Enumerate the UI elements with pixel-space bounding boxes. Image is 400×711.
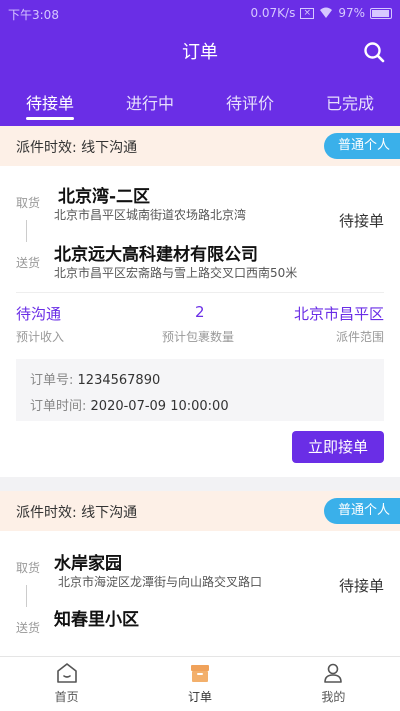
tab-in-progress[interactable]: 进行中 — [100, 86, 200, 126]
nav-home[interactable]: 首页 — [0, 657, 133, 711]
route-connector — [26, 220, 27, 242]
income-value: 待沟通 — [16, 305, 62, 323]
status-bar: 下午3:08 0.07K/s × 97% — [0, 0, 400, 28]
network-speed: 0.07K/s — [250, 6, 296, 20]
route-info: 取货 送货 水岸家园 北京市海淀区龙潭街与向山路交叉路口 待接单 知春里小区 — [0, 531, 400, 656]
nav-orders[interactable]: 订单 — [133, 657, 266, 711]
battery-percent: 97% — [338, 6, 365, 20]
nav-profile-label: 我的 — [321, 690, 346, 704]
tab-to-review[interactable]: 待评价 — [200, 86, 300, 126]
search-icon[interactable] — [362, 40, 386, 64]
order-number-label: 订单号: — [30, 373, 74, 388]
bottom-nav: 首页 订单 我的 — [0, 656, 400, 711]
order-number: 1234567890 — [77, 373, 161, 388]
income-label: 预计收入 — [16, 330, 65, 344]
home-icon — [56, 663, 77, 683]
pickup-name: 水岸家园 — [54, 554, 122, 574]
tab-completed[interactable]: 已完成 — [300, 86, 400, 126]
deliver-tag: 送货 — [16, 256, 41, 270]
order-time: 2020-07-09 10:00:00 — [90, 399, 229, 414]
pickup-address: 北京市昌平区城南街道农场路北京湾 — [54, 208, 247, 222]
dispatch-label: 派件时效: 线下沟通 — [16, 505, 138, 521]
order-status: 待接单 — [338, 577, 384, 595]
action-row: 立即接单 — [0, 421, 400, 477]
wifi-icon — [320, 7, 333, 18]
sim-icon: × — [300, 7, 315, 19]
pickup-tag: 取货 — [16, 561, 41, 575]
nav-profile[interactable]: 我的 — [267, 657, 400, 711]
dispatch-bar: 派件时效: 线下沟通 普通个人 — [0, 491, 400, 531]
user-icon — [324, 663, 343, 683]
area-value: 北京市昌平区 — [293, 305, 384, 323]
dispatch-bar: 派件时效: 线下沟通 普通个人 — [0, 126, 400, 166]
packages-label: 预计包裹数量 — [162, 330, 235, 344]
deliver-tag: 送货 — [16, 621, 41, 635]
order-info-box: 订单号: 1234567890 订单时间: 2020-07-09 10:00:0… — [16, 359, 384, 421]
pickup-name: 北京湾-二区 — [58, 187, 151, 207]
tab-pending[interactable]: 待接单 — [0, 86, 100, 126]
pickup-tag: 取货 — [16, 196, 41, 210]
header-bar: 下午3:08 0.07K/s × 97% 订单 待接单 进行中 待评价 已完成 — [0, 0, 400, 126]
dispatch-label: 派件时效: 线下沟通 — [16, 140, 138, 156]
battery-icon — [370, 7, 392, 19]
accept-order-button[interactable]: 立即接单 — [292, 431, 384, 463]
order-list[interactable]: 派件时效: 线下沟通 普通个人 取货 送货 北京湾-二区 北京市昌平区城南街道农… — [0, 126, 400, 656]
order-card[interactable]: 派件时效: 线下沟通 普通个人 取货 送货 北京湾-二区 北京市昌平区城南街道农… — [0, 126, 400, 477]
order-status: 待接单 — [338, 212, 384, 230]
packages-value: 2 — [195, 303, 205, 321]
customer-type-badge: 普通个人 — [323, 498, 400, 524]
customer-type-badge: 普通个人 — [323, 133, 400, 159]
pickup-address: 北京市海淀区龙潭街与向山路交叉路口 — [58, 575, 263, 589]
deliver-name: 北京远大高科建材有限公司 — [54, 245, 258, 265]
deliver-name: 知春里小区 — [54, 610, 139, 630]
nav-home-label: 首页 — [54, 690, 79, 704]
area-label: 派件范围 — [335, 330, 384, 344]
deliver-address: 北京市昌平区宏斋路与雪上路交叉口西南50米 — [54, 266, 298, 280]
route-info: 取货 送货 北京湾-二区 北京市昌平区城南街道农场路北京湾 待接单 北京远大高科… — [0, 166, 400, 292]
nav-orders-label: 订单 — [187, 690, 212, 704]
route-connector — [26, 585, 27, 607]
page-title: 订单 — [182, 42, 218, 63]
order-time-label: 订单时间: — [30, 399, 87, 414]
status-time: 下午3:08 — [8, 8, 59, 22]
order-tabs: 待接单 进行中 待评价 已完成 — [0, 86, 400, 126]
order-box-icon — [190, 665, 209, 682]
order-card[interactable]: 派件时效: 线下沟通 普通个人 取货 送货 水岸家园 北京市海淀区龙潭街与向山路… — [0, 491, 400, 656]
order-stats: 待沟通 预计收入 2 预计包裹数量 北京市昌平区 派件范围 — [0, 293, 400, 355]
